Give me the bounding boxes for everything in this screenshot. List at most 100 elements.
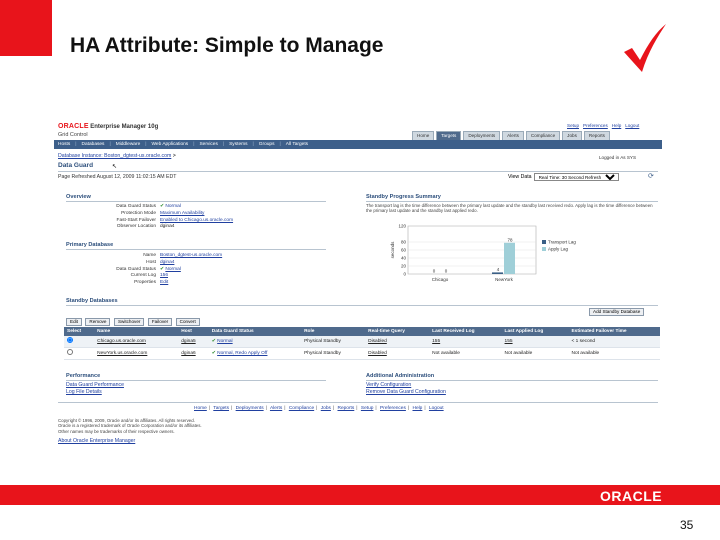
primary-host-link[interactable]: dgina4 bbox=[160, 260, 326, 266]
view-data-select[interactable]: Real Time: 30 Second Refresh bbox=[533, 173, 619, 181]
breadcrumb-database[interactable]: Database Instance: Boston_dgtest-us.orac… bbox=[58, 153, 171, 159]
chart-legend-swatch bbox=[542, 247, 546, 251]
subnav-all-targets[interactable]: All Targets bbox=[286, 142, 308, 148]
admin-link-remove[interactable]: Remove Data Guard Configuration bbox=[366, 389, 446, 395]
row-status[interactable]: ✔ Normal, Redo Apply Off bbox=[208, 347, 302, 360]
about-link[interactable]: About Oracle Enterprise Manager bbox=[58, 438, 135, 444]
footer-link-deployments[interactable]: Deployments bbox=[236, 406, 264, 411]
check-small-icon: ✔ bbox=[160, 204, 165, 209]
subnav-groups[interactable]: Groups bbox=[259, 142, 275, 148]
overview-protection-mode-link[interactable]: Maximum Availability bbox=[160, 211, 326, 217]
primary-label: Data Guard Status bbox=[116, 266, 156, 272]
em-screenshot: ORACLE Enterprise Manager 10g Grid Contr… bbox=[54, 118, 662, 450]
tab-alerts[interactable]: Alerts bbox=[502, 131, 524, 140]
chart-y-tick: 120 bbox=[398, 224, 406, 229]
row-radio[interactable] bbox=[67, 337, 73, 344]
page-number: 35 bbox=[680, 518, 694, 532]
performance-heading: Performance bbox=[66, 373, 101, 379]
row-applied: Not available bbox=[501, 347, 569, 360]
row-name-link[interactable]: NewYork.us.oracle.com bbox=[94, 347, 179, 360]
row-rtq-link[interactable]: Disabled bbox=[365, 336, 430, 348]
progress-divider bbox=[366, 201, 658, 202]
em-logo: ORACLE Enterprise Manager 10g bbox=[58, 123, 159, 130]
failover-button[interactable]: Failover bbox=[147, 318, 173, 326]
row-recv-link[interactable]: 155 bbox=[429, 336, 502, 348]
remove-button[interactable]: Remove bbox=[85, 318, 111, 326]
primary-name-link[interactable]: Boston_dgtest-us.oracle.com bbox=[160, 253, 326, 259]
row-applied-link[interactable]: 155 bbox=[501, 336, 569, 348]
global-link-preferences[interactable]: Preferences bbox=[583, 123, 608, 129]
table-row: NewYork.us.oracle.com dgina6 ✔ Normal, R… bbox=[64, 347, 660, 360]
refresh-icon[interactable]: ⟳ bbox=[648, 173, 654, 181]
breadcrumb: Database Instance: Boston_dgtest-us.orac… bbox=[58, 153, 176, 159]
row-radio[interactable] bbox=[67, 349, 73, 356]
subnav-hosts[interactable]: Hosts bbox=[58, 142, 70, 148]
row-host-link[interactable]: dgina6 bbox=[178, 347, 209, 360]
row-status[interactable]: ✔ Normal bbox=[208, 336, 302, 348]
subnav-services[interactable]: Services bbox=[199, 142, 217, 148]
overview-panel: Data Guard Status ✔ Normal Protection Mo… bbox=[66, 204, 326, 230]
footer-link-reports[interactable]: Reports bbox=[337, 406, 354, 411]
perf-link-log-file-details[interactable]: Log File Details bbox=[66, 389, 102, 395]
col-name: Name bbox=[94, 327, 179, 336]
footer-link-preferences[interactable]: Preferences bbox=[380, 406, 406, 411]
overview-label: Protection Mode bbox=[121, 210, 156, 216]
footer-link-alerts[interactable]: Alerts bbox=[270, 406, 282, 411]
chart-bar bbox=[492, 272, 503, 274]
global-link-logout[interactable]: Logout bbox=[625, 123, 639, 129]
overview-fsfo-link[interactable]: Enabled to Chicago.us.oracle.com bbox=[160, 218, 326, 224]
primary-label: Name bbox=[143, 253, 156, 258]
subnav-databases[interactable]: Databases bbox=[82, 142, 105, 148]
table-row: Chicago.us.oracle.com dgina5 ✔ Normal Ph… bbox=[64, 336, 660, 348]
subnav-systems[interactable]: Systems bbox=[229, 142, 247, 148]
view-data: View Data Real Time: 30 Second Refresh bbox=[508, 173, 619, 181]
row-host-link[interactable]: dgina5 bbox=[178, 336, 209, 348]
col-role: Role bbox=[301, 327, 366, 336]
tab-reports[interactable]: Reports bbox=[583, 131, 610, 140]
row-name-link[interactable]: Chicago.us.oracle.com bbox=[94, 336, 179, 348]
em-logo-subtitle: Grid Control bbox=[58, 132, 88, 138]
tab-home[interactable]: Home bbox=[412, 131, 435, 140]
checkmark-icon bbox=[624, 24, 666, 72]
chart-y-tick: 80 bbox=[401, 240, 407, 245]
tab-jobs[interactable]: Jobs bbox=[562, 131, 582, 140]
chart-legend-swatch bbox=[542, 240, 546, 244]
progress-heading: Standby Progress Summary bbox=[366, 194, 441, 200]
footer-link-targets[interactable]: Targets bbox=[213, 406, 229, 411]
chart-y-label: seconds bbox=[390, 241, 395, 259]
footer-link-jobs[interactable]: Jobs bbox=[321, 406, 331, 411]
footer-links: Home | Targets | Deployments | Alerts | Comp… bbox=[194, 406, 444, 411]
overview-status-value[interactable]: ✔ Normal bbox=[160, 204, 326, 210]
slide-red-tab bbox=[0, 0, 52, 56]
admin-link-verify[interactable]: Verify Configuration bbox=[366, 382, 411, 388]
copyright: Copyright © 1996, 2009, Oracle and/or it… bbox=[58, 418, 202, 434]
edit-button[interactable]: Edit bbox=[66, 318, 82, 326]
footer-link-help[interactable]: Help bbox=[412, 406, 422, 411]
footer-link-logout[interactable]: Logout bbox=[429, 406, 444, 411]
row-rtq-link[interactable]: Disabled bbox=[365, 347, 430, 360]
switchover-button[interactable]: Switchover bbox=[113, 318, 145, 326]
add-standby-button[interactable]: Add Standby Database bbox=[589, 308, 645, 316]
subnav-web-applications[interactable]: Web Applications bbox=[151, 142, 188, 148]
convert-button[interactable]: Convert bbox=[175, 318, 200, 326]
footer-link-setup[interactable]: Setup bbox=[361, 406, 374, 411]
tab-targets[interactable]: Targets bbox=[436, 131, 462, 140]
main-tabs: Home Targets Deployments Alerts Complian… bbox=[412, 131, 610, 140]
perf-link-dg-performance[interactable]: Data Guard Performance bbox=[66, 382, 124, 388]
page-title: Data Guard bbox=[58, 162, 94, 169]
tab-compliance[interactable]: Compliance bbox=[525, 131, 561, 140]
primary-current-log-link[interactable]: 156 bbox=[160, 273, 326, 279]
subnav-middleware[interactable]: Middleware bbox=[116, 142, 141, 148]
tab-deployments[interactable]: Deployments bbox=[463, 131, 501, 140]
col-status: Data Guard Status bbox=[208, 327, 302, 336]
col-recv: Last Received Log bbox=[429, 327, 502, 336]
primary-status-value[interactable]: ✔ Normal bbox=[160, 267, 326, 273]
global-link-setup[interactable]: Setup bbox=[567, 123, 579, 129]
footer-link-home[interactable]: Home bbox=[194, 406, 207, 411]
footer-link-compliance[interactable]: Compliance bbox=[289, 406, 314, 411]
primary-edit-link[interactable]: Edit bbox=[160, 280, 326, 286]
primary-heading: Primary Database bbox=[66, 242, 114, 248]
global-link-help[interactable]: Help bbox=[612, 123, 621, 129]
chart-x-tick: Chicago bbox=[432, 277, 449, 282]
footer-divider bbox=[58, 402, 658, 403]
